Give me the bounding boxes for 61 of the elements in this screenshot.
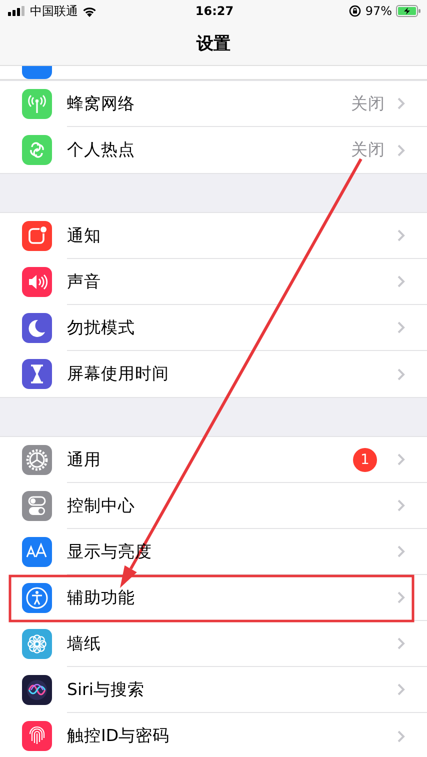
settings-row[interactable]: 声音: [0, 259, 427, 305]
app-icon: [22, 267, 52, 297]
row-label: 通用: [67, 448, 101, 470]
settings-row[interactable]: 屏幕使用时间: [0, 351, 427, 397]
status-time: 16:27: [195, 4, 234, 18]
settings-row[interactable]: 控制中心: [0, 483, 427, 529]
app-icon: [22, 359, 52, 389]
app-icon: [22, 89, 52, 119]
app-icon: [22, 491, 52, 521]
chevron-icon: [397, 545, 405, 558]
row-label: 触控ID与密码: [67, 725, 170, 747]
chevron-icon: [397, 321, 405, 334]
chevron-icon: [397, 368, 405, 380]
row-label: Siri与搜索: [67, 678, 144, 700]
row-label: 墙纸: [67, 632, 101, 654]
settings-row[interactable]: 蜂窝网络 关闭: [0, 81, 427, 127]
row-label: 通知: [67, 224, 101, 246]
app-icon: [22, 583, 52, 613]
app-icon: [22, 721, 52, 751]
battery-charging-icon: [396, 5, 421, 17]
app-icon: [22, 629, 52, 659]
orientation-lock-icon: [349, 5, 362, 17]
settings-row[interactable]: 个人热点 关闭: [0, 127, 427, 173]
app-icon: [22, 537, 52, 567]
wifi-icon: [82, 6, 97, 16]
row-label: 控制中心: [67, 494, 135, 516]
chevron-icon: [397, 637, 405, 650]
row-label: 蜂窝网络: [67, 92, 135, 114]
page-title: 设置: [196, 33, 230, 55]
chevron-icon: [397, 683, 405, 696]
carrier-name: 中国联通: [30, 2, 78, 20]
settings-row[interactable]: 墙纸: [0, 621, 427, 667]
row-value: 关闭: [351, 92, 385, 114]
row-label: 屏幕使用时间: [67, 363, 169, 385]
row-label: 勿扰模式: [67, 316, 135, 338]
row-label: 声音: [67, 270, 101, 292]
chevron-icon: [397, 591, 405, 604]
row-value: 关闭: [351, 139, 385, 161]
settings-row[interactable]: Siri与搜索: [0, 667, 427, 713]
chevron-icon: [397, 97, 405, 110]
notification-badge: 1: [353, 448, 377, 472]
row-label: 个人热点: [67, 139, 135, 161]
signal-icon: [8, 6, 26, 16]
app-icon: [22, 221, 52, 251]
chevron-icon: [397, 499, 405, 512]
battery-percent: 97%: [365, 4, 392, 18]
settings-row[interactable]: 通知: [0, 213, 427, 259]
row-label: 辅助功能: [67, 586, 135, 608]
chevron-icon: [397, 229, 405, 242]
chevron-icon: [397, 453, 405, 466]
settings-row[interactable]: 通用 1: [0, 437, 427, 483]
settings-row[interactable]: 触控ID与密码: [0, 713, 427, 757]
app-icon: [22, 135, 52, 165]
app-icon: [22, 445, 52, 475]
chevron-icon: [397, 275, 405, 288]
chevron-icon: [397, 144, 405, 156]
settings-row[interactable]: 勿扰模式: [0, 305, 427, 351]
app-icon: [22, 313, 52, 343]
settings-row[interactable]: 辅助功能: [0, 575, 427, 621]
chevron-icon: [397, 730, 405, 742]
app-icon: [22, 675, 52, 705]
